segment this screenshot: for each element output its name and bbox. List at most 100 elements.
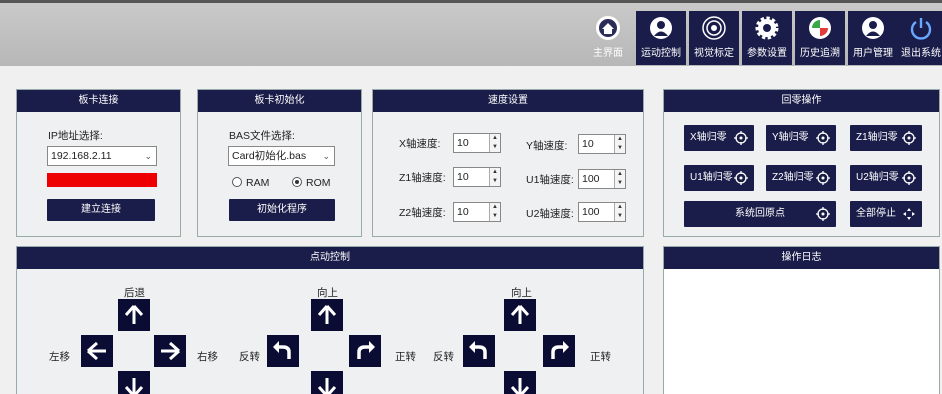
z1-speed-label: Z1轴速度: (399, 172, 446, 184)
jog-right-button[interactable] (154, 335, 186, 367)
arrow-down-icon (124, 378, 144, 394)
card-connect-panel: 板卡连接 IP地址选择: 192.168.2.11 ⌄ 建立连接 (16, 89, 181, 237)
left-label: 左移 (49, 351, 70, 363)
jog-forward-button[interactable] (118, 371, 150, 394)
spinner-arrows-icon[interactable]: ▲ ▼ (614, 203, 625, 221)
ram-radio[interactable]: RAM (232, 177, 269, 189)
arrow-right-icon (161, 341, 180, 361)
y-speed-input[interactable]: 10 ▲ ▼ (578, 134, 626, 154)
nav-label: 参数设置 (747, 48, 787, 59)
rotate-right-icon (357, 341, 375, 359)
nav-motion-control[interactable]: 运动控制 (636, 11, 686, 65)
panel-title: 板卡初始化 (198, 90, 361, 112)
u1-speed-label: U1轴速度: (526, 174, 574, 186)
connection-status-indicator (47, 173, 157, 187)
u1-speed-input[interactable]: 100 ▲ ▼ (578, 169, 626, 189)
system-home-button[interactable]: 系统回原点 (684, 201, 836, 227)
home-icon (596, 16, 620, 40)
x-speed-input[interactable]: 10 ▲ ▼ (453, 133, 501, 153)
jog-z-up-button[interactable] (311, 299, 343, 331)
radio-off-icon (232, 177, 242, 187)
nav-label: 历史追溯 (800, 48, 840, 59)
move-icon (903, 208, 915, 220)
u1-speed-value: 100 (582, 173, 600, 185)
nav-main[interactable]: 主界面 (583, 11, 633, 65)
arrow-up-icon (317, 305, 337, 324)
nav-parameter-settings[interactable]: 参数设置 (742, 11, 792, 65)
z2-speed-input[interactable]: 10 ▲ ▼ (453, 202, 501, 222)
history-icon (809, 17, 831, 39)
gear-icon (755, 16, 779, 40)
z1-home-button[interactable]: Z1轴归零 (850, 125, 922, 151)
jog-back-button[interactable] (118, 299, 150, 331)
up-label: 向上 (511, 287, 532, 299)
u2-speed-value: 100 (582, 206, 600, 218)
ip-value: 192.168.2.11 (51, 150, 112, 162)
panel-title: 回零操作 (664, 90, 939, 112)
arrow-down-icon (510, 378, 530, 394)
x-home-button[interactable]: X轴归零 (684, 125, 754, 151)
panel-title: 操作日志 (664, 247, 939, 269)
rotate-left-icon (273, 341, 291, 359)
button-label: Y轴归零 (772, 132, 809, 143)
z2-home-button[interactable]: Z2轴归零 (766, 165, 836, 191)
panel-title: 板卡连接 (17, 90, 180, 112)
x-speed-label: X轴速度: (399, 138, 441, 150)
button-label: U2轴归零 (856, 172, 899, 183)
panel-title: 速度设置 (373, 90, 643, 112)
nav-user-management[interactable]: 用户管理 (848, 11, 898, 65)
forward-rotate-label: 正转 (590, 351, 611, 363)
reverse-label: 反转 (239, 351, 260, 363)
jog-u-forward-button[interactable] (543, 335, 575, 367)
nav-history[interactable]: 历史追溯 (795, 11, 845, 65)
z1-speed-input[interactable]: 10 ▲ ▼ (453, 167, 501, 187)
bas-value: Card初始化.bas (232, 150, 307, 162)
bas-select[interactable]: Card初始化.bas ⌄ (228, 146, 335, 166)
u2-speed-label: U2轴速度: (526, 208, 574, 220)
reverse-label: 反转 (433, 351, 454, 363)
jog-rotate-forward-button[interactable] (349, 335, 381, 367)
back-label: 后退 (124, 287, 145, 299)
jog-z2-down-button[interactable] (504, 371, 536, 394)
spinner-arrows-icon[interactable]: ▲ ▼ (489, 168, 500, 186)
jog-z2-up-button[interactable] (504, 299, 536, 331)
nav-vision-calibration[interactable]: 视觉标定 (689, 11, 739, 65)
jog-rotate-reverse-button[interactable] (267, 335, 299, 367)
rotate-right-icon (551, 341, 569, 359)
rotate-left-icon (469, 341, 487, 359)
y-home-button[interactable]: Y轴归零 (766, 125, 836, 151)
operation-log-panel: 操作日志 (663, 246, 940, 394)
user-icon (862, 17, 884, 39)
arrow-up-icon (124, 305, 144, 324)
connect-button[interactable]: 建立连接 (47, 199, 155, 221)
u2-speed-input[interactable]: 100 ▲ ▼ (578, 202, 626, 222)
chevron-down-icon: ⌄ (144, 151, 152, 161)
spinner-arrows-icon[interactable]: ▲ ▼ (489, 203, 500, 221)
u2-home-button[interactable]: U2轴归零 (850, 165, 922, 191)
log-area[interactable] (664, 269, 939, 394)
jog-u-reverse-button[interactable] (463, 335, 495, 367)
homing-panel: 回零操作 X轴归零 Y轴归零 Z1轴归零 U1轴归零 Z2轴归零 U2轴归零 系… (663, 89, 940, 237)
ip-select[interactable]: 192.168.2.11 ⌄ (47, 146, 157, 166)
nav-label: 视觉标定 (694, 48, 734, 59)
spinner-arrows-icon[interactable]: ▲ ▼ (614, 135, 625, 153)
target-icon (902, 171, 916, 185)
chevron-down-icon: ⌄ (322, 151, 330, 161)
target-icon (816, 131, 830, 145)
nav-exit[interactable]: 退出系统 (898, 11, 942, 65)
card-init-panel: 板卡初始化 BAS文件选择: Card初始化.bas ⌄ RAM ROM 初始化… (197, 89, 362, 237)
jog-z-down-button[interactable] (311, 371, 343, 394)
jog-left-button[interactable] (81, 335, 113, 367)
nav-label: 用户管理 (853, 48, 893, 59)
spinner-arrows-icon[interactable]: ▲ ▼ (614, 170, 625, 188)
arrow-left-icon (87, 341, 106, 361)
spinner-arrows-icon[interactable]: ▲ ▼ (489, 134, 500, 152)
stop-all-button[interactable]: 全部停止 (850, 201, 922, 227)
target-icon (816, 207, 830, 221)
up-label: 向上 (317, 287, 338, 299)
rom-radio[interactable]: ROM (292, 177, 331, 189)
button-label: Z2轴归零 (772, 172, 814, 183)
forward-rotate-label: 正转 (395, 351, 416, 363)
u1-home-button[interactable]: U1轴归零 (684, 165, 754, 191)
init-program-button[interactable]: 初始化程序 (229, 199, 335, 221)
